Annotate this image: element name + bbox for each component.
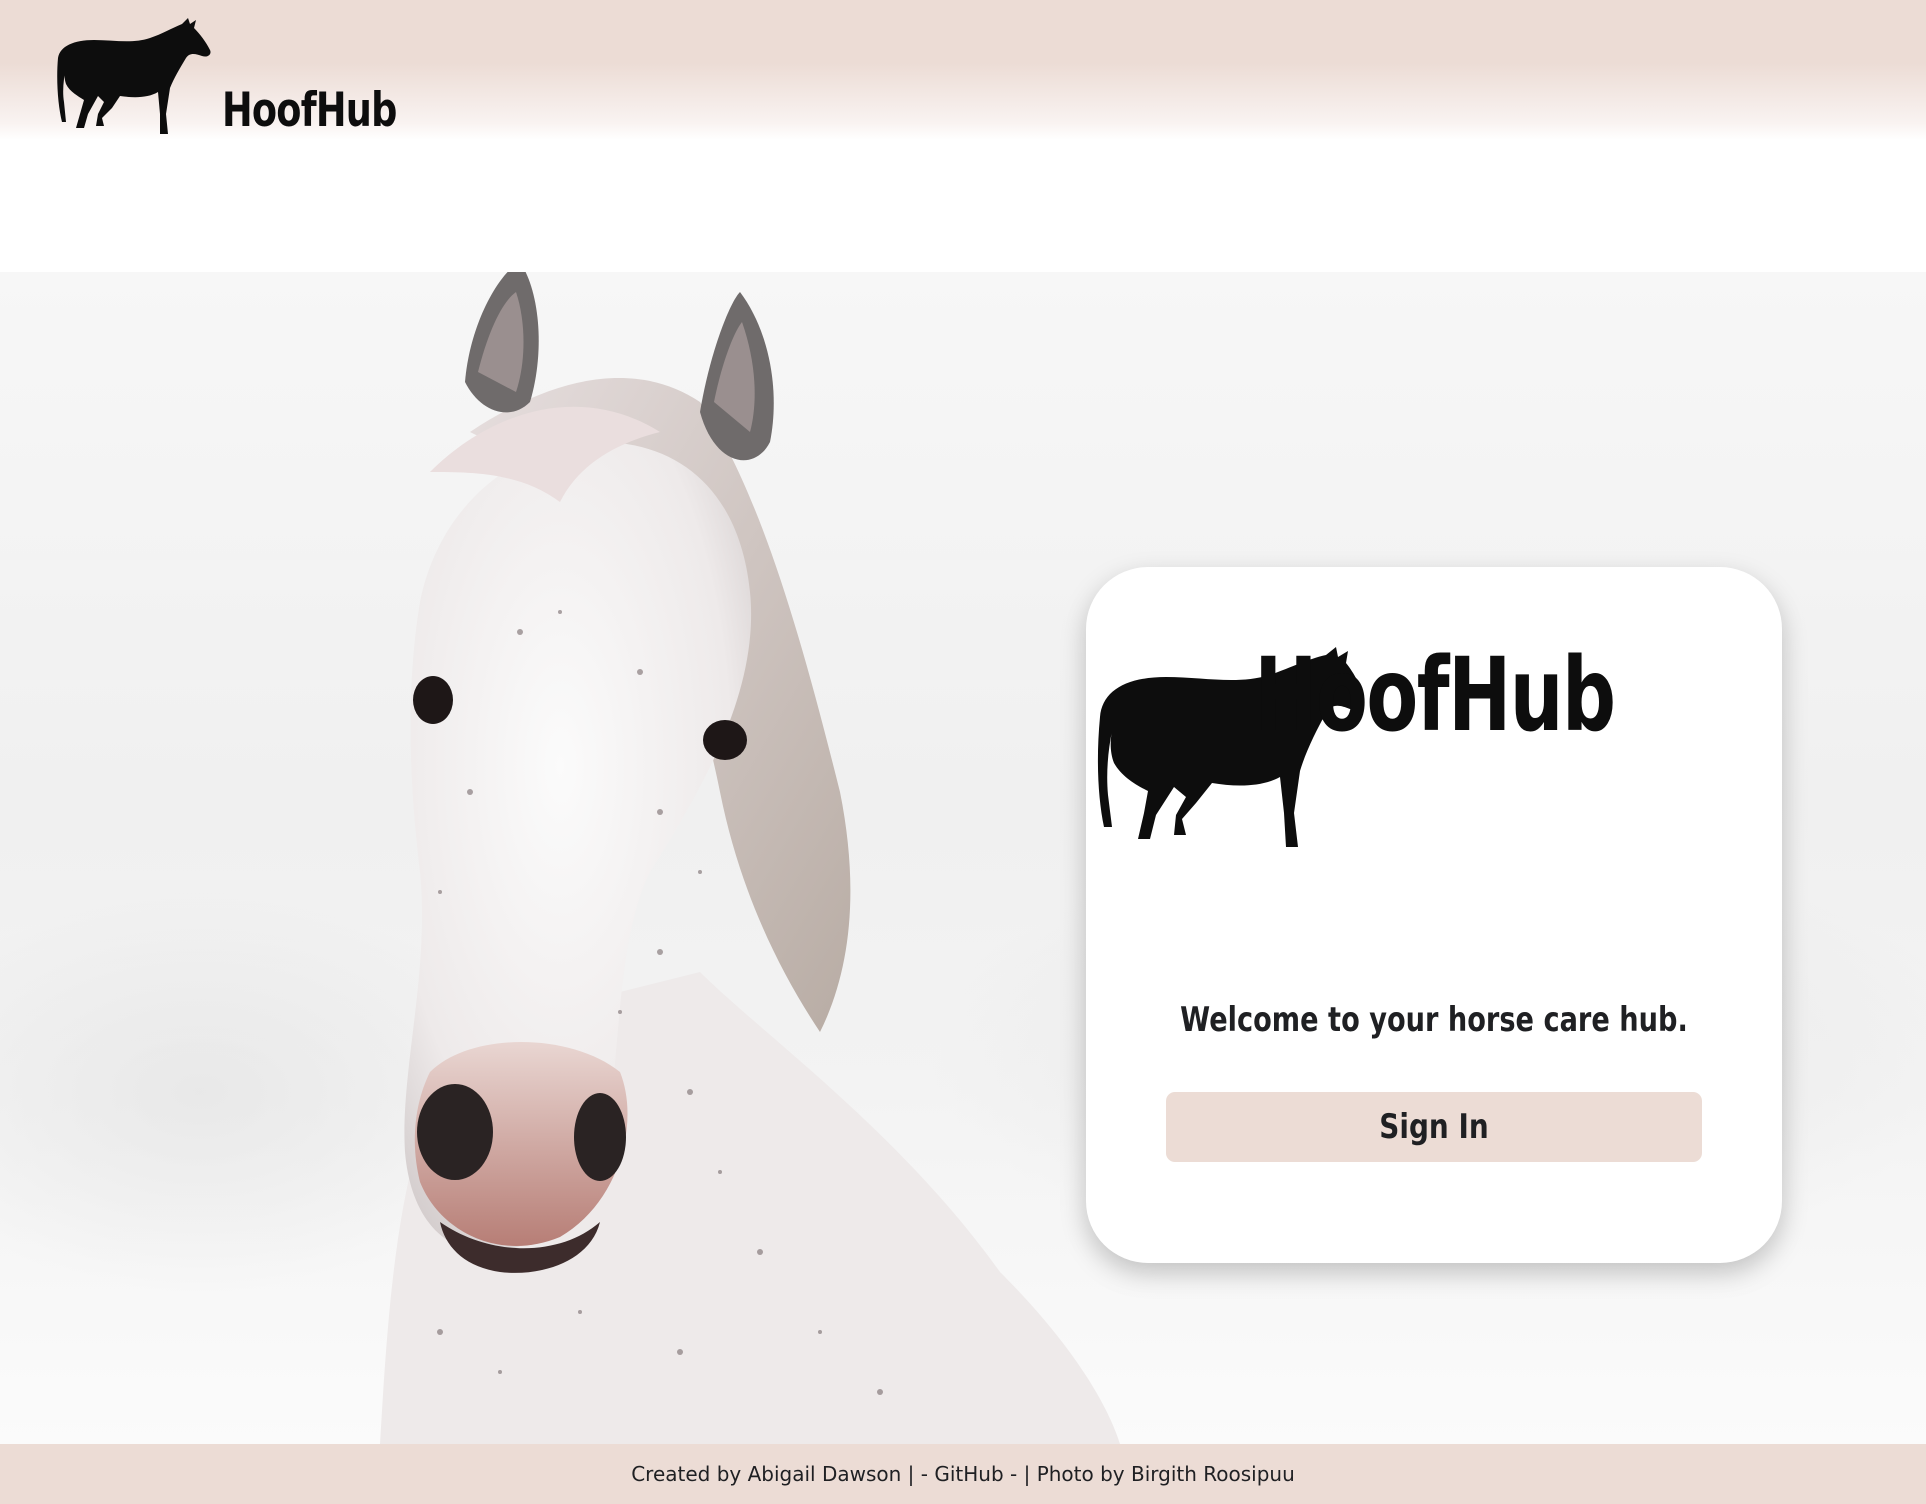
sign-in-button[interactable]: Sign In: [1166, 1092, 1702, 1162]
footer-created-by: Created by Abigail Dawson | -: [631, 1462, 935, 1486]
hero-image: HoofHub Welcome to your horse care hub. …: [0, 272, 1926, 1444]
header: HoofHub: [0, 0, 1926, 140]
github-link[interactable]: GitHub: [934, 1462, 1003, 1486]
footer-separator: - |: [1003, 1462, 1037, 1486]
sign-in-label: Sign In: [1379, 1107, 1489, 1147]
horse-silhouette-icon: [54, 18, 214, 138]
photo-credit: Photo by Birgith Roosipuu: [1036, 1462, 1295, 1486]
welcome-tagline: Welcome to your horse care hub.: [1180, 1000, 1688, 1040]
card-logo-text: HoofHub: [1253, 636, 1616, 755]
header-logo[interactable]: HoofHub: [54, 18, 446, 138]
card-logo: HoofHub: [1086, 636, 1782, 847]
footer: Created by Abigail Dawson | - GitHub - |…: [0, 1444, 1926, 1504]
page: HoofHub HoofHub Welcome to your horse ca…: [0, 0, 1926, 1504]
header-logo-text: HoofHub: [222, 83, 397, 138]
sign-in-card: HoofHub Welcome to your horse care hub. …: [1086, 567, 1782, 1263]
